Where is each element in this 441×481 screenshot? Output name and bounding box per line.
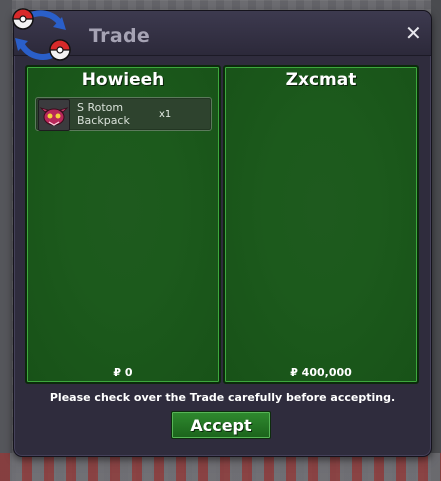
close-icon[interactable]: ✕ <box>405 23 422 43</box>
player-name-right: Zxcmat <box>285 70 357 90</box>
player-name-left: Howieeh <box>81 70 165 90</box>
item-name: S Rotom Backpack <box>77 101 130 127</box>
trade-window: Trade ✕ Howieeh S Rotom Backpack x1 ₽ 0 … <box>12 8 432 457</box>
window-title: Trade <box>89 25 151 47</box>
trade-item-slot[interactable]: S Rotom Backpack x1 <box>35 97 212 131</box>
background-right <box>431 0 441 481</box>
title-bar[interactable]: Trade ✕ <box>14 11 431 56</box>
background-left <box>0 0 12 481</box>
rotom-backpack-icon <box>38 99 70 131</box>
background-bottom <box>0 453 441 481</box>
trade-logo-icon <box>12 8 71 61</box>
trade-notice: Please check over the Trade carefully be… <box>49 391 396 404</box>
offer-panel-right: Zxcmat ₽ 400,000 <box>223 65 419 384</box>
offer-panel-left: Howieeh S Rotom Backpack x1 ₽ 0 <box>25 65 221 384</box>
accept-button[interactable]: Accept <box>171 411 271 439</box>
money-offer-left: ₽ 0 <box>113 366 133 379</box>
money-offer-right: ₽ 400,000 <box>290 366 352 379</box>
item-quantity: x1 <box>159 109 172 120</box>
